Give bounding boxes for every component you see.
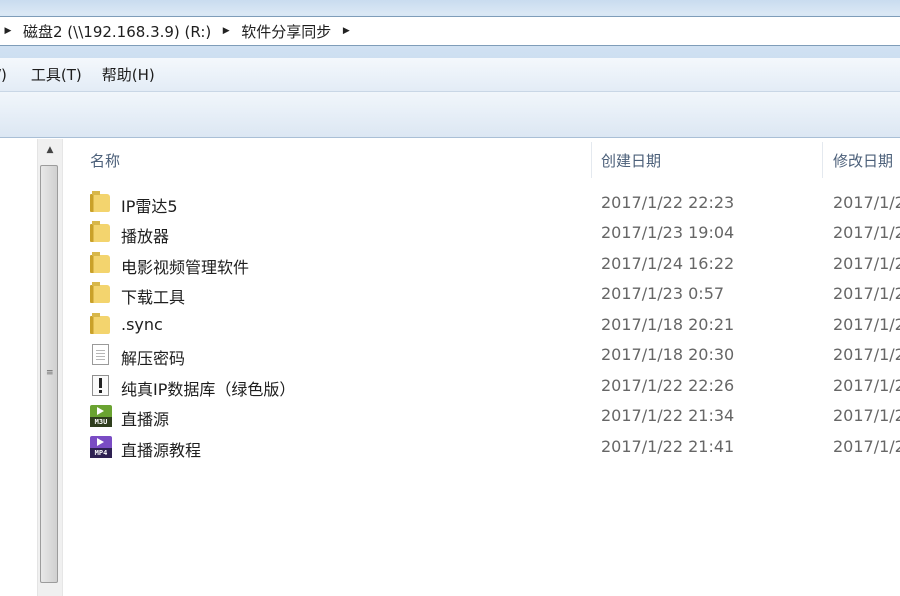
file-modified-date: 2017/1/2 xyxy=(833,284,900,303)
file-row[interactable]: IP雷达5 2017/1/22 22:23 2017/1/2 xyxy=(80,188,900,218)
file-created-date: 2017/1/18 20:30 xyxy=(601,345,735,364)
column-divider[interactable] xyxy=(591,142,592,178)
text-document-icon xyxy=(92,344,109,365)
file-name: 直播源教程 xyxy=(121,441,202,460)
file-row[interactable]: 下载工具 2017/1/23 0:57 2017/1/2 xyxy=(80,279,900,309)
file-row[interactable]: 播放器 2017/1/23 19:04 2017/1/2 xyxy=(80,218,900,248)
address-bar[interactable]: ▶ 磁盘2 (\\192.168.3.9) (R:) ▶ 软件分享同步 ▶ xyxy=(0,16,900,46)
nav-pane-scrollbar[interactable]: ▲ ≡ xyxy=(37,139,63,596)
column-header-modified[interactable]: 修改日期 xyxy=(833,150,893,171)
mp4-file-icon: MP4 xyxy=(90,436,112,458)
file-name: 纯真IP数据库（绿色版） xyxy=(121,380,296,399)
file-row[interactable]: 纯真IP数据库（绿色版） 2017/1/22 22:26 2017/1/2 xyxy=(80,371,900,401)
window-title-strip xyxy=(0,0,900,14)
file-created-date: 2017/1/22 22:26 xyxy=(601,376,735,395)
menu-tools[interactable]: 工具(T) xyxy=(21,64,92,85)
file-modified-date: 2017/1/2 xyxy=(833,376,900,395)
menu-bar: /) 工具(T) 帮助(H) xyxy=(0,58,900,92)
file-modified-date: 2017/1/2 xyxy=(833,315,900,334)
folder-icon xyxy=(90,191,110,212)
file-name: 直播源 xyxy=(121,410,170,429)
column-divider[interactable] xyxy=(822,142,823,178)
file-modified-date: 2017/1/2 xyxy=(833,254,900,273)
file-row[interactable]: MP4 直播源教程 2017/1/22 21:41 2017/1/2 xyxy=(80,432,900,462)
breadcrumb-drive[interactable]: 磁盘2 (\\192.168.3.9) (R:) xyxy=(19,21,215,42)
menu-help[interactable]: 帮助(H) xyxy=(92,64,165,85)
file-modified-date: 2017/1/2 xyxy=(833,406,900,425)
breadcrumb-chevron-icon[interactable]: ▶ xyxy=(215,26,237,36)
file-created-date: 2017/1/24 16:22 xyxy=(601,254,735,273)
address-bar-region: ▶ 磁盘2 (\\192.168.3.9) (R:) ▶ 软件分享同步 ▶ xyxy=(0,14,900,58)
scroll-up-arrow-icon[interactable]: ▲ xyxy=(38,139,62,161)
column-header-created[interactable]: 创建日期 xyxy=(601,150,661,171)
file-type-badge: M3U xyxy=(90,417,112,427)
file-name: .sync xyxy=(121,315,163,334)
folder-icon xyxy=(90,282,110,303)
executable-icon xyxy=(92,375,109,396)
file-name: 下载工具 xyxy=(121,288,186,307)
file-created-date: 2017/1/22 22:23 xyxy=(601,193,735,212)
file-created-date: 2017/1/23 0:57 xyxy=(601,284,725,303)
breadcrumb-chevron-icon[interactable]: ▶ xyxy=(335,26,357,36)
file-created-date: 2017/1/18 20:21 xyxy=(601,315,735,334)
file-row[interactable]: 电影视频管理软件 2017/1/24 16:22 2017/1/2 xyxy=(80,249,900,279)
file-modified-date: 2017/1/2 xyxy=(833,437,900,456)
command-toolbar xyxy=(0,92,900,138)
folder-icon xyxy=(90,221,110,242)
menu-view[interactable]: /) xyxy=(0,66,17,84)
file-name: 电影视频管理软件 xyxy=(121,258,250,277)
file-name: IP雷达5 xyxy=(121,197,178,216)
file-modified-date: 2017/1/2 xyxy=(833,345,900,364)
grip-icon: ≡ xyxy=(46,368,54,378)
m3u-file-icon: M3U xyxy=(90,405,112,427)
column-header-name[interactable]: 名称 xyxy=(90,150,120,171)
folder-icon xyxy=(90,313,110,334)
file-modified-date: 2017/1/2 xyxy=(833,223,900,242)
file-row[interactable]: 解压密码 2017/1/18 20:30 2017/1/2 xyxy=(80,340,900,370)
breadcrumb-chevron-icon[interactable]: ▶ xyxy=(0,26,19,36)
folder-icon xyxy=(90,252,110,273)
file-row[interactable]: M3U 直播源 2017/1/22 21:34 2017/1/2 xyxy=(80,401,900,431)
file-row[interactable]: .sync 2017/1/18 20:21 2017/1/2 xyxy=(80,310,900,340)
pane-splitter[interactable] xyxy=(62,139,63,596)
scrollbar-thumb[interactable]: ≡ xyxy=(40,165,58,583)
breadcrumb-folder[interactable]: 软件分享同步 xyxy=(237,21,335,42)
file-name: 播放器 xyxy=(121,227,170,246)
file-created-date: 2017/1/22 21:41 xyxy=(601,437,735,456)
file-modified-date: 2017/1/2 xyxy=(833,193,900,212)
file-created-date: 2017/1/23 19:04 xyxy=(601,223,735,242)
file-type-badge: MP4 xyxy=(90,448,112,458)
file-name: 解压密码 xyxy=(121,349,186,368)
file-created-date: 2017/1/22 21:34 xyxy=(601,406,735,425)
